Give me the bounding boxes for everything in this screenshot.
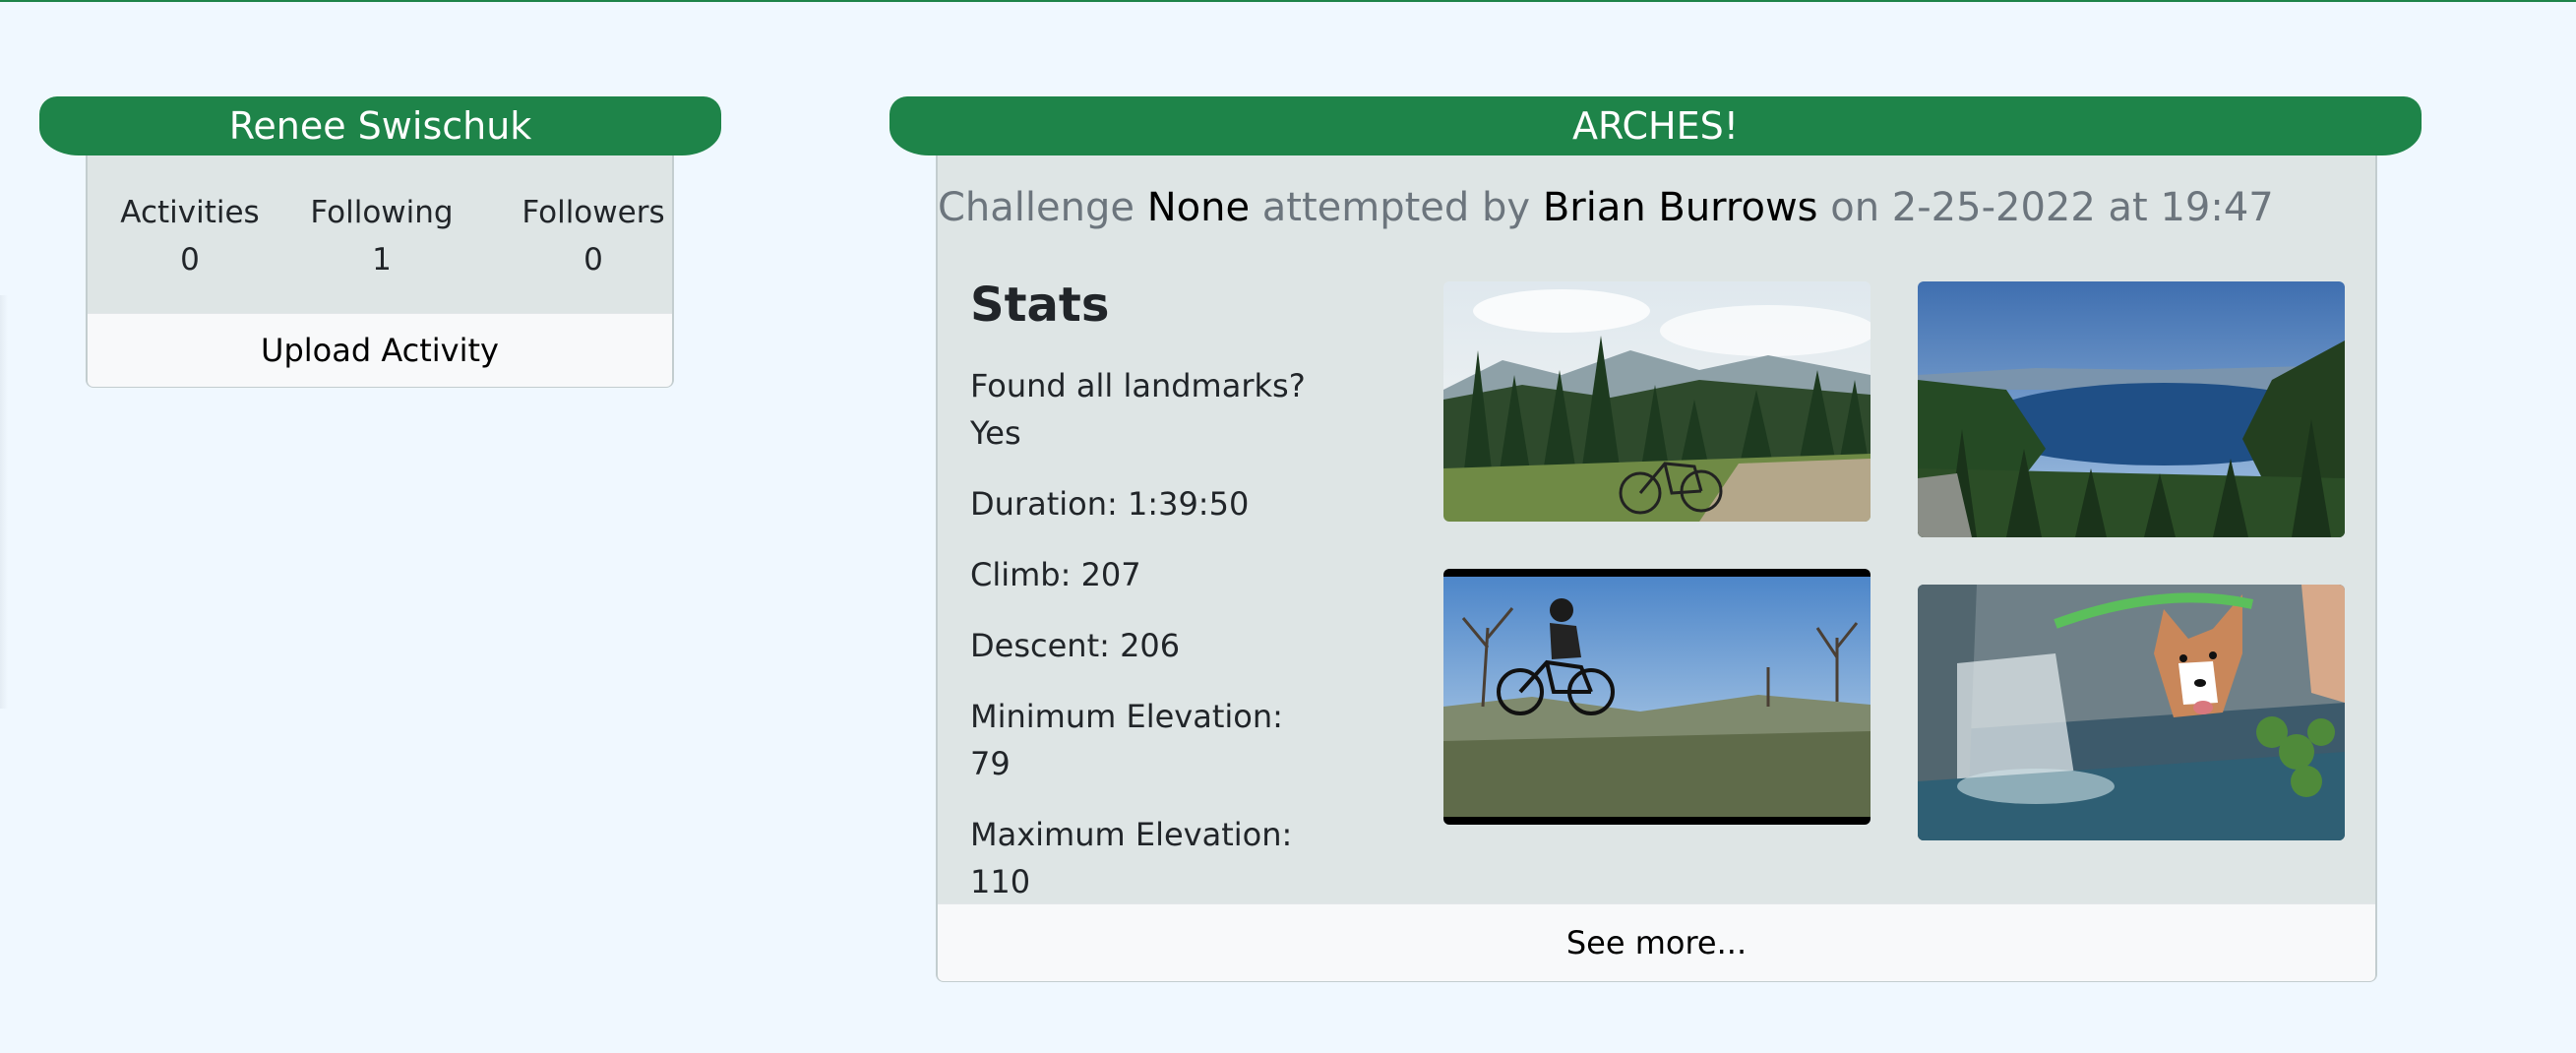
stat-climb: Climb: 207 [970,556,1141,593]
profile-card: Activities 0 Following 1 Followers 0 Upl… [86,155,674,388]
subtitle-challenge-word: Challenge [938,185,1135,230]
photo-dog-waterfall[interactable] [1918,585,2345,840]
challenge-name[interactable]: None [1147,185,1250,230]
challenge-card: Challenge None attempted by Brian Burrow… [936,155,2377,982]
subtitle-at-word: at [2108,185,2148,230]
stat-followers[interactable]: Followers 0 [495,189,692,283]
profile-name: Renee Swischuk [228,104,532,148]
challenge-title-header: ARCHES! [889,96,2422,155]
athlete-name[interactable]: Brian Burrows [1543,185,1818,230]
stat-activities: Activities 0 [92,189,288,283]
photo-alpine-lake[interactable] [1918,281,2345,537]
top-rule [0,0,2576,2]
stat-descent: Descent: 206 [970,627,1181,664]
stat-max-elevation: Maximum Elevation: 110 [970,811,1364,905]
left-edge-shadow [0,295,8,709]
see-more-button[interactable]: See more... [938,903,2375,981]
activity-time: 19:47 [2160,185,2274,230]
stat-label: Following [310,195,454,230]
challenge-title: ARCHES! [1572,104,1739,148]
photo-rider-jump[interactable] [1443,569,1871,825]
stat-landmarks-value: Yes [970,414,1021,452]
stat-min-elevation: Minimum Elevation: 79 [970,693,1364,787]
upload-activity-button[interactable]: Upload Activity [88,313,672,387]
stat-max-elevation-label: Maximum Elevation: [970,816,1293,853]
stat-label: Activities [120,195,260,230]
profile-name-header: Renee Swischuk [39,96,721,155]
subtitle-on-word: on [1830,185,1880,230]
challenge-subtitle: Challenge None attempted by Brian Burrow… [938,185,2274,230]
stat-duration: Duration: 1:39:50 [970,485,1250,523]
stat-value: 0 [583,242,603,278]
stat-landmarks-label: Found all landmarks? [970,367,1306,404]
stat-min-elevation-value: 79 [970,745,1011,782]
stats-heading: Stats [970,278,1110,333]
stat-label: Followers [521,195,665,230]
stat-min-elevation-label: Minimum Elevation: [970,698,1283,735]
stat-landmarks: Found all landmarks? Yes [970,362,1364,457]
stat-value: 1 [372,242,392,278]
stat-following[interactable]: Following 1 [283,189,480,283]
photo-bike-forest[interactable] [1443,281,1871,522]
stat-max-elevation-value: 110 [970,863,1031,900]
subtitle-attempted-by: attempted by [1261,185,1531,230]
stat-value: 0 [180,242,200,278]
activity-date: 2-25-2022 [1891,185,2096,230]
